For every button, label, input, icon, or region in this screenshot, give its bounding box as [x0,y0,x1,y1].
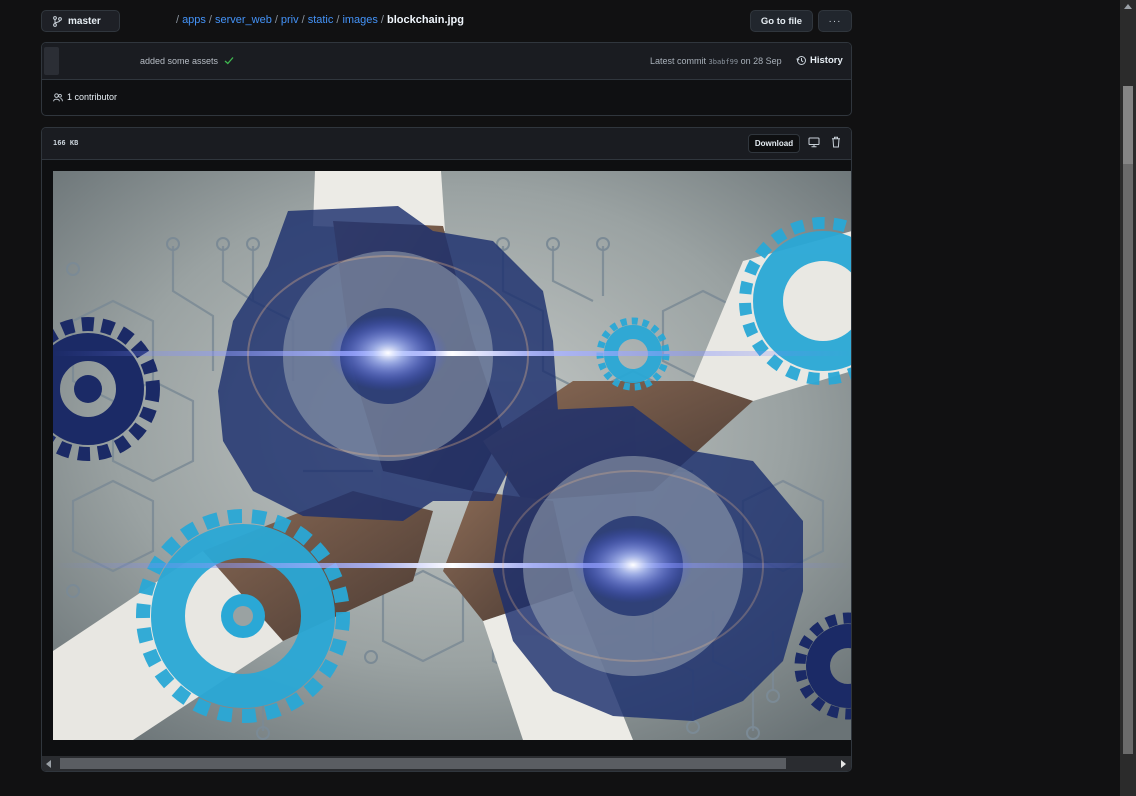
page-vertical-scrollbar[interactable] [1120,0,1136,796]
branch-label: master [68,15,101,27]
avatar[interactable] [44,47,59,75]
blockchain-image [53,171,851,740]
file-size: 166 KB [53,139,79,147]
vertical-scrollbar-thumb-highlight [1123,86,1133,164]
commit-message-link[interactable]: added some assets [140,56,218,66]
breadcrumb-separator: / [301,14,305,26]
commit-info-box: added some assets Latest commit 3babf99 … [41,42,852,116]
contributors-label: 1 contributor [67,92,118,102]
commit-sha-link[interactable]: 3babf99 [709,58,739,66]
breadcrumb-current-file: blockchain.jpg [386,14,464,26]
breadcrumb-link-apps[interactable]: apps [182,14,206,26]
history-link[interactable]: History [796,55,843,66]
more-options-button[interactable]: ··· [818,10,852,32]
breadcrumb-separator: / [274,14,278,26]
breadcrumb-link-static[interactable]: static [308,14,334,26]
commit-date: on 28 Sep [740,56,782,66]
breadcrumb-separator: / [380,14,384,26]
breadcrumb-separator: / [208,14,212,26]
latest-commit-label: Latest commit [650,56,707,66]
check-icon[interactable] [224,56,234,65]
scroll-right-arrow-icon[interactable] [841,760,846,768]
file-viewer: 166 KB Download [41,127,852,772]
latest-commit-info: Latest commit 3babf99 on 28 Sep [650,56,782,66]
breadcrumb-link-images[interactable]: images [342,14,377,26]
horizontal-scrollbar[interactable] [42,756,851,771]
branch-icon [53,15,62,27]
commit-header: added some assets Latest commit 3babf99 … [42,43,851,80]
scroll-left-arrow-icon[interactable] [46,760,51,768]
breadcrumb: / apps / server_web / priv / static / images / bloc… [173,14,464,26]
trash-icon[interactable] [831,136,841,148]
desktop-icon[interactable] [808,137,820,148]
go-to-file-button[interactable]: Go to file [750,10,813,32]
breadcrumb-separator: / [176,14,180,26]
scroll-up-arrow-icon[interactable] [1124,4,1132,9]
breadcrumb-separator: / [336,14,340,26]
breadcrumb-link-server-web[interactable]: server_web [215,14,272,26]
contributors-link[interactable]: 1 contributor [53,92,117,102]
horizontal-scrollbar-thumb[interactable] [60,758,786,769]
history-icon [796,56,806,65]
breadcrumb-link-priv[interactable]: priv [281,14,299,26]
file-header: 166 KB Download [42,128,851,160]
people-icon [53,92,63,101]
image-preview [53,171,851,740]
history-label: History [810,55,843,66]
ellipsis-icon: ··· [828,15,842,27]
branch-selector-button[interactable]: master [41,10,120,32]
vertical-scrollbar-thumb[interactable] [1123,86,1133,754]
download-button[interactable]: Download [748,134,800,153]
